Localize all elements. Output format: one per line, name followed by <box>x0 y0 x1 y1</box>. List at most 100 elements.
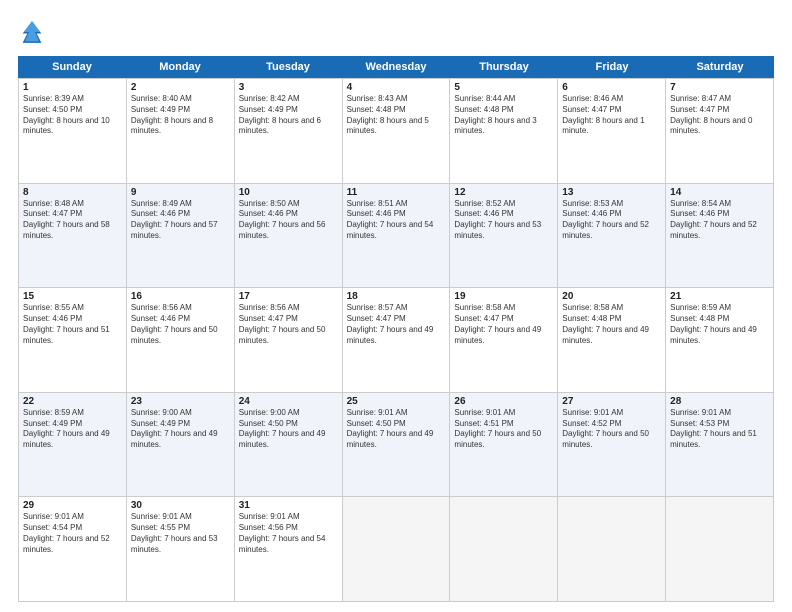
day-info: Sunrise: 8:55 AMSunset: 4:46 PMDaylight:… <box>23 303 122 346</box>
calendar-body: 1Sunrise: 8:39 AMSunset: 4:50 PMDaylight… <box>18 78 774 602</box>
day-cell-12: 12Sunrise: 8:52 AMSunset: 4:46 PMDayligh… <box>450 184 558 289</box>
calendar-row-5: 29Sunrise: 9:01 AMSunset: 4:54 PMDayligh… <box>19 497 774 602</box>
day-cell-14: 14Sunrise: 8:54 AMSunset: 4:46 PMDayligh… <box>666 184 774 289</box>
day-info: Sunrise: 9:01 AMSunset: 4:56 PMDaylight:… <box>239 512 338 555</box>
day-cell-9: 9Sunrise: 8:49 AMSunset: 4:46 PMDaylight… <box>127 184 235 289</box>
day-header-friday: Friday <box>558 56 666 78</box>
day-number: 11 <box>347 187 446 198</box>
day-info: Sunrise: 9:01 AMSunset: 4:55 PMDaylight:… <box>131 512 230 555</box>
day-header-sunday: Sunday <box>18 56 126 78</box>
day-number: 3 <box>239 82 338 93</box>
day-number: 13 <box>562 187 661 198</box>
day-cell-25: 25Sunrise: 9:01 AMSunset: 4:50 PMDayligh… <box>343 393 451 498</box>
day-info: Sunrise: 8:43 AMSunset: 4:48 PMDaylight:… <box>347 94 446 137</box>
day-cell-7: 7Sunrise: 8:47 AMSunset: 4:47 PMDaylight… <box>666 79 774 184</box>
day-info: Sunrise: 8:47 AMSunset: 4:47 PMDaylight:… <box>670 94 769 137</box>
day-cell-24: 24Sunrise: 9:00 AMSunset: 4:50 PMDayligh… <box>235 393 343 498</box>
day-number: 14 <box>670 187 769 198</box>
day-number: 24 <box>239 396 338 407</box>
day-info: Sunrise: 9:01 AMSunset: 4:51 PMDaylight:… <box>454 408 553 451</box>
empty-cell <box>558 497 666 602</box>
logo-icon <box>18 18 46 46</box>
page: SundayMondayTuesdayWednesdayThursdayFrid… <box>0 0 792 612</box>
day-number: 5 <box>454 82 553 93</box>
empty-cell <box>343 497 451 602</box>
day-info: Sunrise: 8:58 AMSunset: 4:47 PMDaylight:… <box>454 303 553 346</box>
day-number: 26 <box>454 396 553 407</box>
day-number: 6 <box>562 82 661 93</box>
day-cell-31: 31Sunrise: 9:01 AMSunset: 4:56 PMDayligh… <box>235 497 343 602</box>
day-cell-10: 10Sunrise: 8:50 AMSunset: 4:46 PMDayligh… <box>235 184 343 289</box>
day-header-wednesday: Wednesday <box>342 56 450 78</box>
day-cell-26: 26Sunrise: 9:01 AMSunset: 4:51 PMDayligh… <box>450 393 558 498</box>
day-info: Sunrise: 8:56 AMSunset: 4:47 PMDaylight:… <box>239 303 338 346</box>
day-cell-17: 17Sunrise: 8:56 AMSunset: 4:47 PMDayligh… <box>235 288 343 393</box>
day-number: 19 <box>454 291 553 302</box>
calendar-row-1: 1Sunrise: 8:39 AMSunset: 4:50 PMDaylight… <box>19 79 774 184</box>
day-number: 17 <box>239 291 338 302</box>
day-info: Sunrise: 9:00 AMSunset: 4:49 PMDaylight:… <box>131 408 230 451</box>
day-info: Sunrise: 8:44 AMSunset: 4:48 PMDaylight:… <box>454 94 553 137</box>
day-cell-15: 15Sunrise: 8:55 AMSunset: 4:46 PMDayligh… <box>19 288 127 393</box>
day-number: 1 <box>23 82 122 93</box>
day-info: Sunrise: 9:01 AMSunset: 4:50 PMDaylight:… <box>347 408 446 451</box>
day-cell-27: 27Sunrise: 9:01 AMSunset: 4:52 PMDayligh… <box>558 393 666 498</box>
day-info: Sunrise: 9:00 AMSunset: 4:50 PMDaylight:… <box>239 408 338 451</box>
day-number: 2 <box>131 82 230 93</box>
day-cell-30: 30Sunrise: 9:01 AMSunset: 4:55 PMDayligh… <box>127 497 235 602</box>
day-number: 15 <box>23 291 122 302</box>
day-number: 22 <box>23 396 122 407</box>
day-info: Sunrise: 8:48 AMSunset: 4:47 PMDaylight:… <box>23 199 122 242</box>
day-info: Sunrise: 8:52 AMSunset: 4:46 PMDaylight:… <box>454 199 553 242</box>
day-cell-29: 29Sunrise: 9:01 AMSunset: 4:54 PMDayligh… <box>19 497 127 602</box>
day-info: Sunrise: 8:42 AMSunset: 4:49 PMDaylight:… <box>239 94 338 137</box>
day-cell-16: 16Sunrise: 8:56 AMSunset: 4:46 PMDayligh… <box>127 288 235 393</box>
calendar-row-4: 22Sunrise: 8:59 AMSunset: 4:49 PMDayligh… <box>19 393 774 498</box>
day-info: Sunrise: 8:54 AMSunset: 4:46 PMDaylight:… <box>670 199 769 242</box>
logo <box>18 18 50 46</box>
day-cell-8: 8Sunrise: 8:48 AMSunset: 4:47 PMDaylight… <box>19 184 127 289</box>
day-info: Sunrise: 8:59 AMSunset: 4:48 PMDaylight:… <box>670 303 769 346</box>
day-cell-11: 11Sunrise: 8:51 AMSunset: 4:46 PMDayligh… <box>343 184 451 289</box>
header <box>18 18 774 46</box>
day-info: Sunrise: 8:56 AMSunset: 4:46 PMDaylight:… <box>131 303 230 346</box>
day-info: Sunrise: 8:49 AMSunset: 4:46 PMDaylight:… <box>131 199 230 242</box>
day-cell-2: 2Sunrise: 8:40 AMSunset: 4:49 PMDaylight… <box>127 79 235 184</box>
day-cell-21: 21Sunrise: 8:59 AMSunset: 4:48 PMDayligh… <box>666 288 774 393</box>
empty-cell <box>666 497 774 602</box>
day-cell-5: 5Sunrise: 8:44 AMSunset: 4:48 PMDaylight… <box>450 79 558 184</box>
day-info: Sunrise: 9:01 AMSunset: 4:52 PMDaylight:… <box>562 408 661 451</box>
day-info: Sunrise: 8:46 AMSunset: 4:47 PMDaylight:… <box>562 94 661 137</box>
day-cell-28: 28Sunrise: 9:01 AMSunset: 4:53 PMDayligh… <box>666 393 774 498</box>
day-header-thursday: Thursday <box>450 56 558 78</box>
day-cell-22: 22Sunrise: 8:59 AMSunset: 4:49 PMDayligh… <box>19 393 127 498</box>
day-number: 4 <box>347 82 446 93</box>
day-number: 29 <box>23 500 122 511</box>
day-cell-19: 19Sunrise: 8:58 AMSunset: 4:47 PMDayligh… <box>450 288 558 393</box>
day-cell-18: 18Sunrise: 8:57 AMSunset: 4:47 PMDayligh… <box>343 288 451 393</box>
empty-cell <box>450 497 558 602</box>
day-number: 23 <box>131 396 230 407</box>
day-cell-13: 13Sunrise: 8:53 AMSunset: 4:46 PMDayligh… <box>558 184 666 289</box>
day-number: 27 <box>562 396 661 407</box>
day-info: Sunrise: 8:57 AMSunset: 4:47 PMDaylight:… <box>347 303 446 346</box>
day-number: 18 <box>347 291 446 302</box>
day-number: 12 <box>454 187 553 198</box>
day-cell-3: 3Sunrise: 8:42 AMSunset: 4:49 PMDaylight… <box>235 79 343 184</box>
day-info: Sunrise: 8:40 AMSunset: 4:49 PMDaylight:… <box>131 94 230 137</box>
day-number: 20 <box>562 291 661 302</box>
calendar: SundayMondayTuesdayWednesdayThursdayFrid… <box>18 56 774 602</box>
day-number: 9 <box>131 187 230 198</box>
day-cell-6: 6Sunrise: 8:46 AMSunset: 4:47 PMDaylight… <box>558 79 666 184</box>
day-info: Sunrise: 8:58 AMSunset: 4:48 PMDaylight:… <box>562 303 661 346</box>
day-cell-23: 23Sunrise: 9:00 AMSunset: 4:49 PMDayligh… <box>127 393 235 498</box>
day-number: 21 <box>670 291 769 302</box>
day-number: 8 <box>23 187 122 198</box>
calendar-row-2: 8Sunrise: 8:48 AMSunset: 4:47 PMDaylight… <box>19 184 774 289</box>
calendar-row-3: 15Sunrise: 8:55 AMSunset: 4:46 PMDayligh… <box>19 288 774 393</box>
day-number: 31 <box>239 500 338 511</box>
day-cell-20: 20Sunrise: 8:58 AMSunset: 4:48 PMDayligh… <box>558 288 666 393</box>
day-number: 30 <box>131 500 230 511</box>
day-number: 16 <box>131 291 230 302</box>
day-number: 7 <box>670 82 769 93</box>
